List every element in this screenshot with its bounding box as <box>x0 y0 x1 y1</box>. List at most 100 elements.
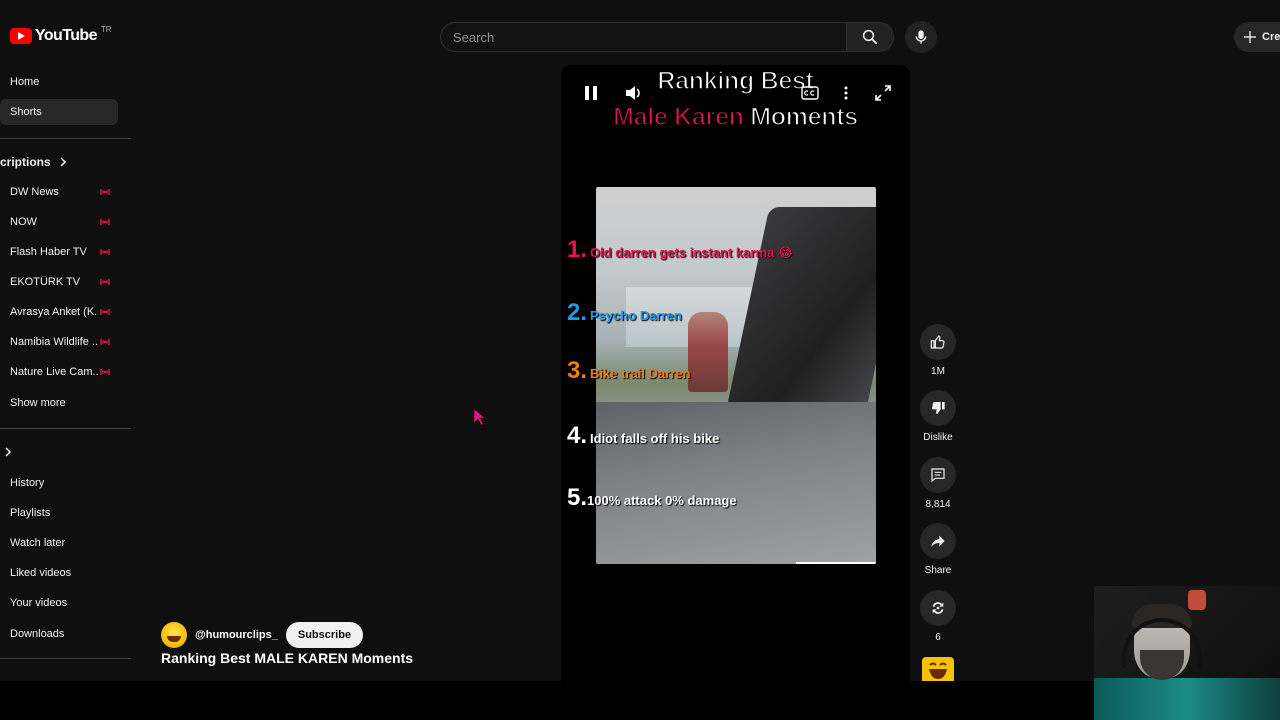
sidebar-item-label: Flash Haber TV <box>10 246 87 258</box>
voice-search-button[interactable] <box>905 21 937 53</box>
share-button[interactable]: Share <box>918 523 958 576</box>
live-indicator-icon <box>100 339 110 345</box>
sidebar-divider <box>0 658 131 659</box>
dislike-button-circle <box>920 390 956 426</box>
ranking-text: Idiot falls off his bike <box>590 431 720 446</box>
ranking-number: 5. <box>567 484 588 511</box>
webcam-person-shirt <box>1094 678 1280 720</box>
sidebar-item-label: Liked videos <box>10 567 72 579</box>
expand-icon <box>875 85 891 101</box>
show-more-label: Show more <box>10 397 66 409</box>
ranking-number: 4. <box>567 422 588 449</box>
dislike-label: Dislike <box>923 432 953 443</box>
sidebar-item-watch-later[interactable]: Watch later <box>0 530 118 556</box>
video-title: Ranking Best MALE KAREN Moments <box>161 650 414 666</box>
ranking-item: 5. 100% attack 0% damage <box>567 484 737 512</box>
sidebar-item-label: EKOTÜRK TV <box>10 276 81 288</box>
youtube-logo[interactable]: YouTube TR <box>10 25 112 45</box>
ranking-item: 3. Bike trail Darren <box>567 357 690 385</box>
live-indicator-icon <box>100 369 110 375</box>
comments-button[interactable]: 8,814 <box>918 457 958 510</box>
create-button[interactable]: Cre <box>1234 22 1280 52</box>
sidebar-item-history[interactable]: History <box>0 470 118 496</box>
volume-button[interactable] <box>623 83 645 103</box>
sidebar-item-downloads[interactable]: Downloads <box>0 621 118 647</box>
sidebar-item-label: Namibia Wildlife ... <box>10 336 98 348</box>
microphone-icon <box>915 30 927 44</box>
live-indicator-icon <box>100 189 110 195</box>
channel-row: @humourclips_ Subscribe <box>161 622 364 648</box>
like-button[interactable]: 1M <box>918 324 958 377</box>
search-input[interactable] <box>441 23 847 51</box>
sidebar-item-subscription[interactable]: Flash Haber TV <box>0 239 118 265</box>
live-indicator-icon <box>100 309 110 315</box>
sidebar-item-subscription[interactable]: NOW <box>0 209 118 235</box>
sidebar-item-subscription[interactable]: Namibia Wildlife ... <box>0 329 118 355</box>
sidebar-divider <box>0 138 131 139</box>
captions-button[interactable] <box>800 85 820 101</box>
logo-text: YouTube <box>35 27 97 44</box>
logo-region: TR <box>100 25 112 34</box>
like-button-circle <box>920 324 956 360</box>
top-frame-strip <box>0 0 1280 15</box>
plus-icon <box>1244 31 1256 43</box>
fullscreen-button[interactable] <box>873 83 893 103</box>
ranking-item: 2. Psycho Darren <box>567 299 682 327</box>
sidebar-item-home[interactable]: Home <box>0 69 118 95</box>
pause-button[interactable] <box>581 83 601 103</box>
sidebar-item-your-videos[interactable]: Your videos <box>0 590 118 616</box>
ranking-text: 100% attack 0% damage <box>587 493 737 508</box>
share-label: Share <box>924 565 952 576</box>
bottom-frame-strip <box>0 681 1280 720</box>
ranking-number: 1. <box>567 236 588 263</box>
sidebar-item-label: Playlists <box>10 507 51 519</box>
sidebar-item-label: Shorts <box>10 106 42 118</box>
channel-avatar-thumbnail[interactable] <box>922 657 954 681</box>
overlay-title-red: Male Karen <box>612 102 744 132</box>
subscriptions-heading[interactable]: criptions <box>0 155 67 169</box>
shorts-player[interactable]: Ranking Best Male Karen Moments 1. Old d… <box>561 65 910 681</box>
dislike-button[interactable]: Dislike <box>918 390 958 443</box>
remix-button[interactable]: 6 <box>918 590 958 643</box>
search-icon <box>862 29 878 45</box>
sidebar-item-liked-videos[interactable]: Liked videos <box>0 560 118 586</box>
subscriptions-heading-label: criptions <box>0 155 51 169</box>
thumbs-down-icon <box>932 401 945 414</box>
live-indicator-icon <box>100 279 110 285</box>
search-box <box>440 22 847 52</box>
sidebar-item-label: Avrasya Anket (K... <box>10 306 98 318</box>
webcam-background-lamp <box>1188 590 1206 610</box>
thumbs-up-icon <box>930 335 945 349</box>
sidebar-item-label: DW News <box>10 186 59 198</box>
show-more-button[interactable]: Show more <box>0 390 118 416</box>
webcam-overlay <box>1094 586 1280 720</box>
ranking-number: 2. <box>567 299 588 326</box>
sidebar-item-subscription[interactable]: Nature Live Cam... <box>0 359 118 385</box>
sidebar-item-label: NOW <box>10 216 37 228</box>
overlay-title-line1: Ranking Best <box>657 66 815 96</box>
share-icon <box>931 535 945 547</box>
remix-button-circle <box>920 590 956 626</box>
channel-handle[interactable]: @humourclips_ <box>195 629 278 641</box>
subscribe-button[interactable]: Subscribe <box>285 622 364 648</box>
youtube-play-icon <box>10 28 32 44</box>
sidebar-item-shorts[interactable]: Shorts <box>0 99 118 125</box>
more-options-button[interactable] <box>839 83 853 103</box>
sidebar-item-subscription[interactable]: EKOTÜRK TV <box>0 269 118 295</box>
sidebar-item-playlists[interactable]: Playlists <box>0 500 118 526</box>
sidebar-item-label: Your videos <box>10 597 68 609</box>
mouse-cursor-icon <box>473 408 486 426</box>
volume-icon <box>626 86 640 100</box>
channel-avatar[interactable] <box>161 622 187 648</box>
sidebar-item-subscription[interactable]: Avrasya Anket (K... <box>0 299 118 325</box>
ranking-item: 1. Old darren gets instant karma 😂 <box>567 236 793 264</box>
sidebar-item-label: Home <box>10 76 40 88</box>
you-section-heading[interactable] <box>4 447 12 457</box>
sidebar-divider <box>0 428 131 429</box>
ranking-text: Bike trail Darren <box>590 366 691 381</box>
video-scene-person <box>688 312 728 392</box>
search-button[interactable] <box>846 22 894 52</box>
live-indicator-icon <box>100 219 110 225</box>
like-count: 1M <box>931 366 945 377</box>
sidebar-item-subscription[interactable]: DW News <box>0 179 118 205</box>
